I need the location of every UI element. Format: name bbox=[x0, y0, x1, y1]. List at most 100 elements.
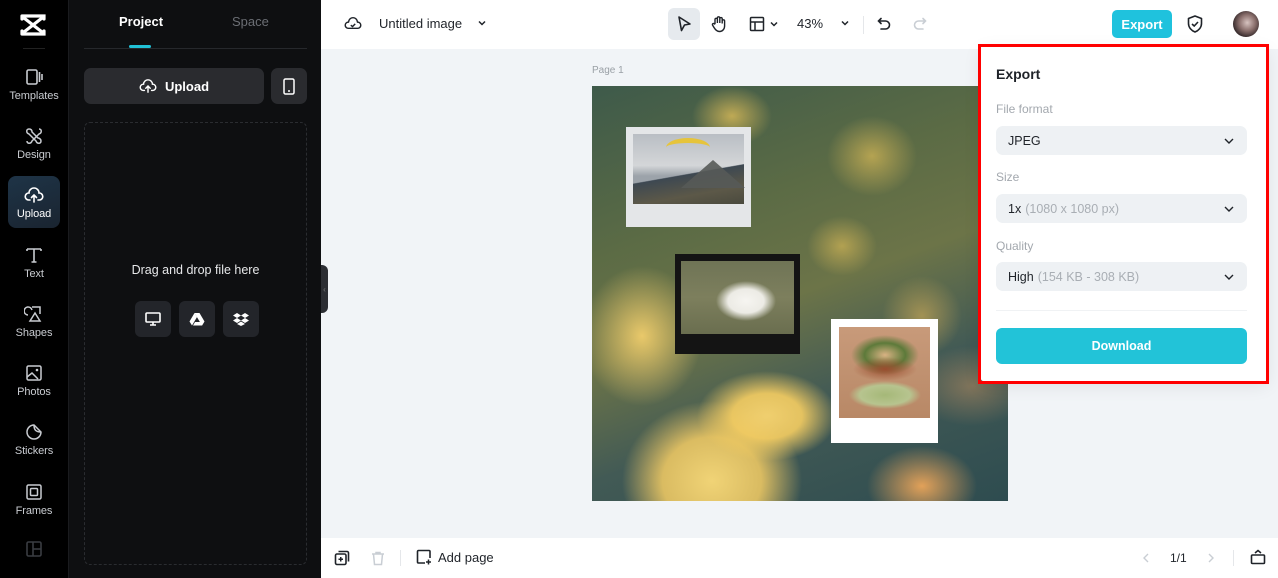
export-divider bbox=[996, 310, 1247, 311]
chevron-down-icon[interactable] bbox=[476, 17, 488, 29]
size-label: Size bbox=[996, 170, 1020, 184]
file-format-value: JPEG bbox=[1008, 133, 1041, 148]
quality-label: Quality bbox=[996, 239, 1034, 253]
paragliding-mountain-image bbox=[633, 134, 745, 204]
computer-icon bbox=[145, 312, 161, 326]
stickers-icon bbox=[26, 423, 42, 440]
canvas-artboard[interactable] bbox=[592, 86, 1008, 501]
upload-icon bbox=[24, 186, 44, 203]
polaroid-dog-photo[interactable] bbox=[675, 254, 800, 354]
photos-icon bbox=[26, 364, 42, 381]
page-counter: 1/1 bbox=[1170, 551, 1187, 565]
export-button[interactable]: Export bbox=[1112, 10, 1172, 38]
file-dropzone[interactable]: Drag and drop file here bbox=[84, 122, 307, 565]
chevron-left-icon: ‹ bbox=[323, 284, 326, 294]
polaroid-paragliding-photo[interactable] bbox=[626, 127, 751, 227]
add-page-label: Add page bbox=[438, 549, 494, 565]
rail-item-design[interactable]: Design bbox=[8, 117, 60, 169]
chevron-down-icon bbox=[1224, 138, 1234, 144]
layout-grid-icon bbox=[26, 540, 42, 557]
google-drive-icon bbox=[189, 313, 205, 326]
rail-item-more[interactable] bbox=[8, 530, 60, 570]
frames-icon bbox=[26, 483, 42, 500]
delete-page-icon[interactable] bbox=[370, 550, 386, 566]
phone-icon bbox=[283, 77, 295, 95]
file-format-select[interactable]: JPEG bbox=[996, 126, 1247, 155]
upload-from-computer-button[interactable] bbox=[135, 301, 171, 337]
dropbox-icon bbox=[233, 313, 249, 326]
file-format-label: File format bbox=[996, 102, 1053, 116]
rail-item-upload[interactable]: Upload bbox=[8, 176, 60, 228]
next-page-icon[interactable] bbox=[1205, 552, 1217, 564]
panel-tabs: Project Space bbox=[84, 0, 307, 49]
upload-from-dropbox-button[interactable] bbox=[223, 301, 259, 337]
add-page-icon bbox=[416, 549, 431, 565]
page-label: Page 1 bbox=[592, 65, 624, 76]
page-panel-toggle-icon[interactable] bbox=[1250, 549, 1266, 565]
capcut-logo-icon[interactable] bbox=[18, 12, 48, 38]
rail-item-shapes[interactable]: Shapes bbox=[8, 295, 60, 347]
rail-item-photos[interactable]: Photos bbox=[8, 354, 60, 406]
zoom-level[interactable]: 43% bbox=[797, 16, 823, 31]
previous-page-icon[interactable] bbox=[1140, 552, 1152, 564]
add-page-button[interactable]: Add page bbox=[416, 549, 494, 565]
bottom-divider bbox=[400, 550, 401, 566]
bottom-divider bbox=[1233, 550, 1234, 566]
rail-item-label: Design bbox=[17, 148, 51, 161]
rail-item-stickers[interactable]: Stickers bbox=[8, 413, 60, 465]
chevron-down-icon bbox=[769, 21, 778, 27]
download-button[interactable]: Download bbox=[996, 328, 1247, 364]
size-value: 1x bbox=[1008, 201, 1022, 216]
redo-icon bbox=[913, 17, 927, 30]
undo-icon bbox=[877, 17, 891, 30]
user-avatar[interactable] bbox=[1233, 11, 1259, 37]
rail-item-label: Photos bbox=[17, 385, 51, 398]
duplicate-page-icon[interactable] bbox=[334, 550, 350, 566]
rail-item-text[interactable]: Text bbox=[8, 236, 60, 288]
layout-menu-button[interactable] bbox=[744, 8, 784, 40]
rail-item-label: Frames bbox=[15, 504, 53, 517]
quality-value: High bbox=[1008, 269, 1034, 284]
chevron-down-icon bbox=[1224, 274, 1234, 280]
upload-from-google-drive-button[interactable] bbox=[179, 301, 215, 337]
white-dog-image bbox=[681, 261, 794, 334]
tab-project[interactable]: Project bbox=[119, 14, 163, 29]
tab-space[interactable]: Space bbox=[232, 14, 269, 29]
collapse-panel-handle[interactable]: ‹ bbox=[321, 265, 328, 313]
rail-item-frames[interactable]: Frames bbox=[8, 473, 60, 525]
cloud-upload-icon bbox=[139, 79, 157, 93]
zoom-chevron-down-icon[interactable] bbox=[839, 17, 851, 29]
size-select[interactable]: 1x (1080 x 1080 px) bbox=[996, 194, 1247, 223]
upload-from-phone-button[interactable] bbox=[271, 68, 307, 104]
shield-check-icon[interactable] bbox=[1186, 14, 1204, 34]
burger-image bbox=[839, 327, 930, 418]
active-tab-indicator bbox=[129, 45, 151, 48]
select-tool-button[interactable] bbox=[668, 8, 700, 40]
layout-icon bbox=[749, 16, 764, 32]
rail-item-label: Stickers bbox=[14, 444, 54, 457]
bottom-toolbar: Add page 1/1 bbox=[321, 538, 1278, 578]
rail-item-label: Text bbox=[24, 267, 44, 280]
rail-item-label: Shapes bbox=[15, 326, 53, 339]
toolbar-divider bbox=[863, 16, 864, 34]
cloud-saved-icon[interactable] bbox=[344, 15, 362, 31]
upload-panel: Project Space Upload Drag and drop file … bbox=[68, 0, 321, 578]
rail-item-label: Upload bbox=[16, 207, 52, 220]
rail-item-templates[interactable]: Templates bbox=[8, 58, 60, 110]
chevron-down-icon bbox=[1224, 206, 1234, 212]
text-icon bbox=[26, 247, 42, 263]
document-title[interactable]: Untitled image bbox=[379, 16, 462, 31]
hand-icon bbox=[711, 16, 726, 33]
upload-sources bbox=[135, 301, 259, 337]
upload-button[interactable]: Upload bbox=[84, 68, 264, 104]
polaroid-burger-photo[interactable] bbox=[831, 319, 938, 443]
templates-icon bbox=[26, 68, 43, 85]
redo-button[interactable] bbox=[904, 8, 936, 40]
icon-rail: Templates Design Upload Text Shapes Phot… bbox=[0, 0, 68, 578]
hand-tool-button[interactable] bbox=[703, 8, 735, 40]
top-toolbar: Untitled image 43% Export bbox=[321, 0, 1278, 49]
quality-select[interactable]: High (154 KB - 308 KB) bbox=[996, 262, 1247, 291]
export-panel-title: Export bbox=[996, 66, 1041, 82]
undo-button[interactable] bbox=[868, 8, 900, 40]
design-icon bbox=[26, 127, 42, 144]
